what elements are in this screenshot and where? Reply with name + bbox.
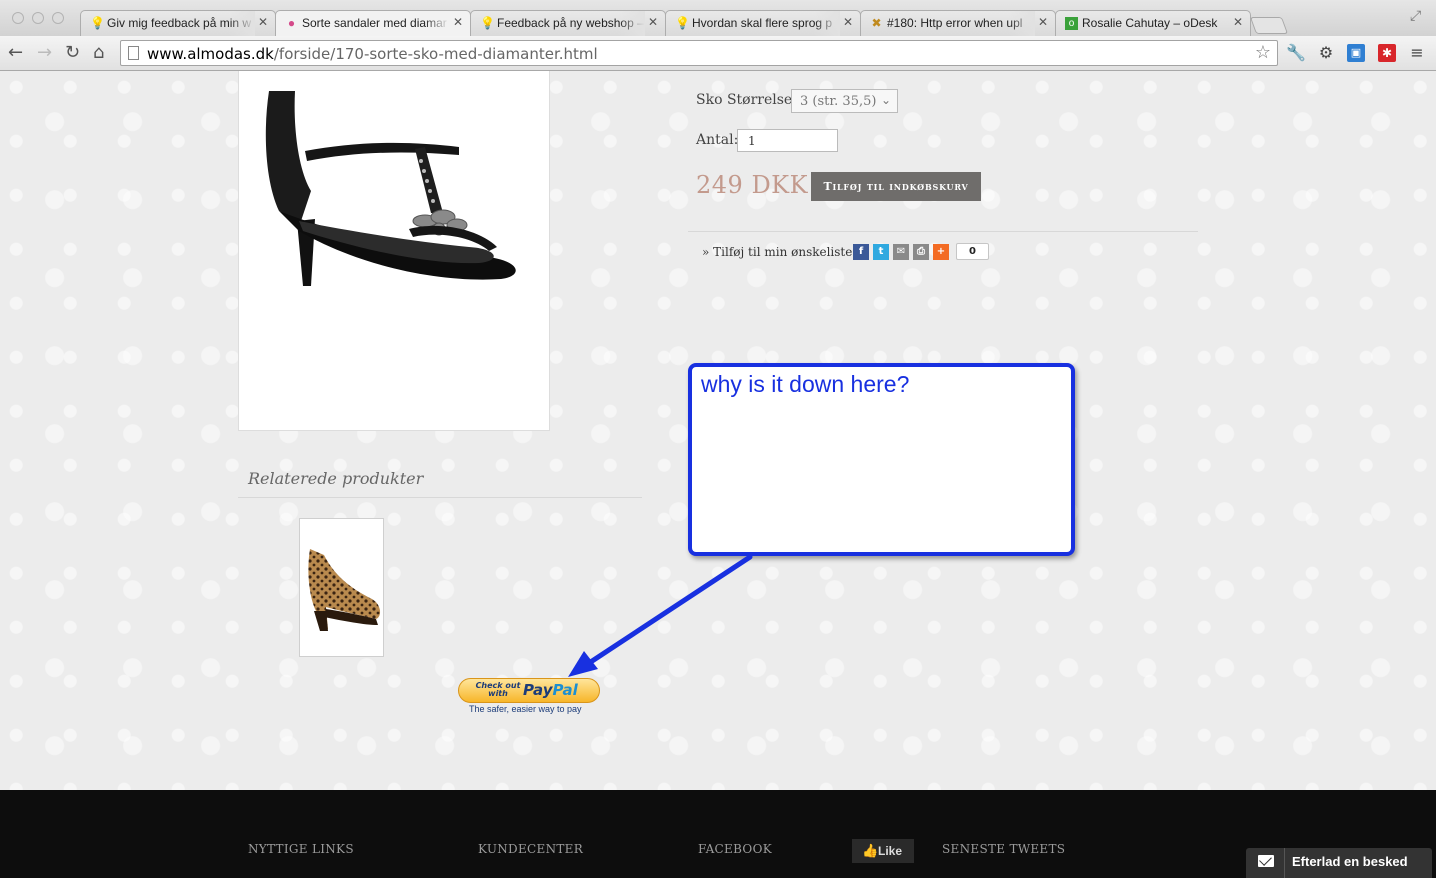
quantity-input[interactable]: 1 [737,129,838,152]
product-price: 249 DKK [696,171,809,199]
minimize-window-button[interactable] [32,12,44,24]
annotation-text: why is it down here? [701,371,910,397]
tab-title: Hvordan skal flere sprog p [692,16,833,30]
close-tab-icon[interactable]: ✕ [1233,15,1243,29]
tab-feedback-webshop[interactable]: 💡 Feedback på ny webshop – ✕ [470,10,666,36]
back-icon[interactable]: ← [8,42,23,64]
forward-icon[interactable]: → [37,42,52,64]
page-icon [128,46,139,60]
tab-http-error[interactable]: ✖ #180: Http error when upl ✕ [860,10,1056,36]
close-tab-icon[interactable]: ✕ [258,15,268,29]
close-tab-icon[interactable]: ✕ [453,15,463,29]
paypal-tagline: The safer, easier way to pay [469,704,582,714]
addthis-share-icon[interactable]: + [933,244,949,260]
black-sandal-image[interactable] [239,71,551,431]
tab-title: #180: Http error when upl [887,16,1023,30]
home-icon[interactable]: ⌂ [93,42,104,64]
paypal-logo: PayPal [523,681,578,699]
footer-latest-tweets-heading: SENESTE TWEETS [942,842,1066,856]
tools-icon: ✖ [871,16,882,30]
page-content: Sko Størrelse : 3 (str. 35,5) ⌄ Antal: 1… [0,71,1436,790]
url-text: www.almodas.dk/forside/170-sorte-sko-med… [147,45,598,63]
leave-message-chat-button[interactable]: Efterlad en besked [1246,848,1432,878]
facebook-share-icon[interactable]: f [853,244,869,260]
add-to-cart-button[interactable]: Tilføj til indkøbskurv [811,172,981,201]
fullscreen-icon[interactable]: ⤢ [1410,8,1421,24]
odesk-icon: o [1065,17,1078,30]
reload-icon[interactable]: ↻ [65,42,80,64]
chevron-down-icon: ⌄ [880,93,891,107]
extension-red-icon[interactable]: ✱ [1378,44,1396,62]
close-window-button[interactable] [12,12,24,24]
add-to-wishlist-link[interactable]: » Tilføj til min ønskeliste [702,245,852,259]
paypal-checkout-text: Check out with [475,681,521,698]
share-count: 0 [956,243,989,260]
footer-facebook-heading: FACEBOOK [698,842,772,856]
annotation-arrow [568,554,753,677]
site-footer: NYTTIGE LINKS KUNDECENTER FACEBOOK 👍 Lik… [0,790,1436,878]
footer-customer-center-heading: KUNDECENTER [478,842,584,856]
thumbs-up-icon: 👍 [862,843,879,858]
address-bar[interactable]: www.almodas.dk/forside/170-sorte-sko-med… [120,40,1278,66]
annotation-callout: why is it down here? [688,363,1075,556]
divider [238,497,642,498]
lightbulb-icon: 💡 [90,16,105,30]
close-tab-icon[interactable]: ✕ [648,15,658,29]
divider [688,231,1198,232]
tab-title: Rosalie Cahutay – oDesk [1082,16,1218,30]
screen-capture-icon[interactable]: ▣ [1347,44,1365,62]
lightbulb-icon: 💡 [675,16,690,30]
close-tab-icon[interactable]: ✕ [843,15,853,29]
tab-odesk[interactable]: o Rosalie Cahutay – oDesk ✕ [1055,10,1251,36]
menu-icon[interactable]: ≡ [1408,44,1426,62]
quantity-label: Antal: [696,132,739,148]
tab-sorte-sandaler[interactable]: ● Sorte sandaler med diamar ✕ [275,10,471,36]
related-product-leopard-shoe[interactable] [299,518,384,657]
email-share-icon[interactable]: ✉ [893,244,909,260]
new-tab-button[interactable] [1249,17,1289,34]
wrench-icon[interactable]: 🔧 [1286,44,1306,62]
browser-toolbar: ← → ↻ ⌂ www.almodas.dk/forside/170-sorte… [0,36,1436,71]
bookmark-star-icon[interactable]: ☆ [1255,42,1271,63]
print-share-icon[interactable]: ⎙ [913,244,929,260]
close-tab-icon[interactable]: ✕ [1038,15,1048,29]
leopard-shoe-image [308,549,381,631]
tab-giv-mig-feedback[interactable]: 💡 Giv mig feedback på min w ✕ [80,10,276,36]
twitter-share-icon[interactable]: t [873,244,889,260]
almodas-favicon: ● [287,16,296,30]
size-select[interactable]: 3 (str. 35,5) ⌄ [791,89,898,113]
footer-useful-links-heading: NYTTIGE LINKS [248,842,354,856]
extension-icon[interactable]: ⚙ [1317,44,1335,62]
zoom-window-button[interactable] [52,12,64,24]
envelope-icon [1258,855,1274,867]
product-image-frame [238,71,550,431]
size-label: Sko Størrelse : [696,92,802,108]
tab-strip: 💡 Giv mig feedback på min w ✕ ● Sorte sa… [0,0,1436,36]
related-products-title: Relaterede produkter [248,469,424,488]
tab-hvordan-skal[interactable]: 💡 Hvordan skal flere sprog p ✕ [665,10,861,36]
lightbulb-icon: 💡 [480,16,495,30]
facebook-like-button[interactable]: 👍 Like [852,839,914,863]
